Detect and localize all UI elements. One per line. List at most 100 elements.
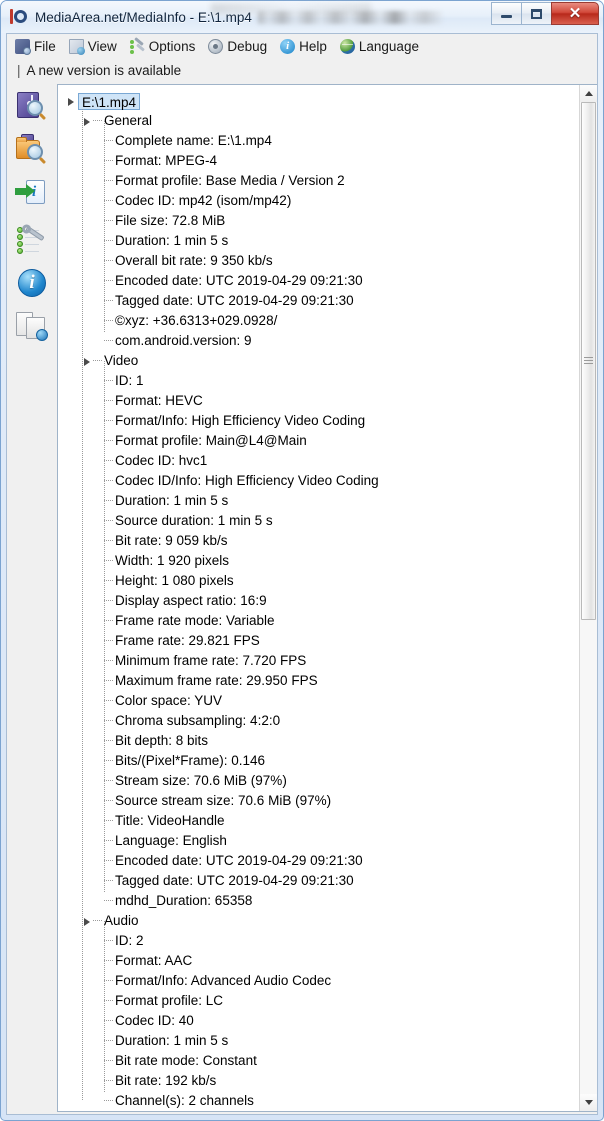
tree-item[interactable]: Display aspect ratio: 16:9 (58, 591, 579, 611)
tree-item[interactable]: Source duration: 1 min 5 s (58, 511, 579, 531)
tree-item-label: Format/Info: Advanced Audio Codec (115, 973, 332, 988)
tree-item[interactable]: Tagged date: UTC 2019-04-29 09:21:30 (58, 871, 579, 891)
menu-item-view[interactable]: View (68, 34, 124, 59)
debug-icon (208, 39, 224, 54)
tree-item[interactable]: Bit rate: 9 059 kb/s (58, 531, 579, 551)
tree-item[interactable]: Minimum frame rate: 7.720 FPS (58, 651, 579, 671)
tree-item[interactable]: com.android.version: 9 (58, 331, 579, 351)
tree-item[interactable]: Format/Info: High Efficiency Video Codin… (58, 411, 579, 431)
tree-item-label: Format: HEVC (115, 393, 203, 408)
tree-item[interactable]: Frame rate: 29.821 FPS (58, 631, 579, 651)
scroll-down-button[interactable] (580, 1094, 597, 1111)
tree-item[interactable]: Format profile: Main@L4@Main (58, 431, 579, 451)
tree-item[interactable]: Format: MPEG-4 (58, 151, 579, 171)
tree-item[interactable]: Overall bit rate: 9 350 kb/s (58, 251, 579, 271)
update-notification-bar[interactable]: | A new version is available (7, 59, 597, 82)
tree-item[interactable]: Bits/(Pixel*Frame): 0.146 (58, 751, 579, 771)
preferences-button[interactable] (12, 220, 52, 260)
tree-item-label: Channel(s): 2 channels (115, 1093, 254, 1108)
vertical-scrollbar[interactable] (579, 85, 597, 1111)
tree-item-label: Source stream size: 70.6 MiB (97%) (115, 793, 332, 808)
tree-item-label: Chroma subsampling: 4:2:0 (115, 713, 281, 728)
media-info-icon (10, 8, 28, 26)
tree-item[interactable]: mdhd_Duration: 65358 (58, 891, 579, 911)
report-button[interactable] (12, 308, 52, 348)
export-button[interactable]: i (12, 176, 52, 216)
maximize-icon (531, 8, 542, 19)
tree-item[interactable]: Duration: 1 min 5 s (58, 1031, 579, 1051)
tree-item-label: Bit rate: 9 059 kb/s (115, 533, 228, 548)
tree-item-label: Codec ID: mp42 (isom/mp42) (115, 193, 292, 208)
open-file-button[interactable] (12, 88, 52, 128)
tree-item-label: Source duration: 1 min 5 s (115, 513, 273, 528)
minimize-button[interactable] (491, 2, 522, 25)
tree-section-audio[interactable]: Audio (58, 911, 579, 931)
scrollbar-track[interactable] (580, 102, 597, 1094)
tree-item[interactable]: Height: 1 080 pixels (58, 571, 579, 591)
tree-item-label: Duration: 1 min 5 s (115, 233, 229, 248)
tree-item[interactable]: Duration: 1 min 5 s (58, 491, 579, 511)
tree-item[interactable]: Codec ID: hvc1 (58, 451, 579, 471)
tree-item-label: Stream size: 70.6 MiB (97%) (115, 773, 287, 788)
tree-item[interactable]: Codec ID: 40 (58, 1011, 579, 1031)
menu-item-debug[interactable]: Debug (208, 34, 274, 59)
menu-item-file[interactable]: File (15, 34, 63, 59)
tree-item-label: Codec ID: 40 (115, 1013, 194, 1028)
tree-item-label: Display aspect ratio: 16:9 (115, 593, 267, 608)
tree-item[interactable]: Color space: YUV (58, 691, 579, 711)
tree-item[interactable]: Chroma subsampling: 4:2:0 (58, 711, 579, 731)
maximize-button[interactable] (521, 2, 552, 25)
expander-triangle-icon[interactable] (82, 351, 93, 371)
tree-section-video[interactable]: Video (58, 351, 579, 371)
magnifier-icon (27, 144, 43, 160)
expander-triangle-icon[interactable] (82, 111, 93, 131)
open-folder-button[interactable] (12, 132, 52, 172)
close-icon: ✕ (568, 5, 582, 22)
title-bar[interactable]: MediaArea.net/MediaInfo - E:\1.mp4 ✕ (1, 1, 603, 33)
tree-item-label: Duration: 1 min 5 s (115, 493, 229, 508)
close-button[interactable]: ✕ (551, 2, 599, 25)
tree-item[interactable]: Duration: 1 min 5 s (58, 231, 579, 251)
tree-item[interactable]: Format profile: Base Media / Version 2 (58, 171, 579, 191)
tree-item[interactable]: Encoded date: UTC 2019-04-29 09:21:30 (58, 851, 579, 871)
tree-item[interactable]: ID: 1 (58, 371, 579, 391)
menu-item-language[interactable]: Language (339, 34, 426, 59)
tree-item[interactable]: Format/Info: Advanced Audio Codec (58, 971, 579, 991)
tree-item[interactable]: Title: VideoHandle (58, 811, 579, 831)
tree-item[interactable]: File size: 72.8 MiB (58, 211, 579, 231)
menu-item-options[interactable]: Options (129, 34, 203, 59)
tree-item[interactable]: Stream size: 70.6 MiB (97%) (58, 771, 579, 791)
tree-item[interactable]: Bit rate: 192 kb/s (58, 1071, 579, 1091)
tree-item[interactable]: ID: 2 (58, 931, 579, 951)
tree-item-label: Duration: 1 min 5 s (115, 1033, 229, 1048)
expander-triangle-icon[interactable] (66, 91, 77, 111)
tree-section-general[interactable]: General (58, 111, 579, 131)
tree-item[interactable]: ©xyz: +36.6313+029.0928/ (58, 311, 579, 331)
tree-item[interactable]: Codec ID/Info: High Efficiency Video Cod… (58, 471, 579, 491)
tree-item[interactable]: Frame rate mode: Variable (58, 611, 579, 631)
tree-item-label: mdhd_Duration: 65358 (115, 893, 253, 908)
tree-item[interactable]: Codec ID: mp42 (isom/mp42) (58, 191, 579, 211)
tree-item[interactable]: Format: AAC (58, 951, 579, 971)
tree-item[interactable]: Channel(s): 2 channels (58, 1091, 579, 1111)
scroll-up-button[interactable] (580, 85, 597, 102)
menu-item-help[interactable]: Help (280, 34, 334, 59)
tree-item[interactable]: Complete name: E:\1.mp4 (58, 131, 579, 151)
notification-prefix: | (17, 63, 21, 78)
tree-item[interactable]: Maximum frame rate: 29.950 FPS (58, 671, 579, 691)
tree-item[interactable]: Width: 1 920 pixels (58, 551, 579, 571)
tree-item[interactable]: Source stream size: 70.6 MiB (97%) (58, 791, 579, 811)
info-tree[interactable]: E:\1.mp4 General Complete name: E:\1.mp4 Fo… (58, 85, 579, 1111)
about-button[interactable] (12, 264, 52, 304)
tree-item[interactable]: Bit rate mode: Constant (58, 1051, 579, 1071)
expander-triangle-icon[interactable] (82, 911, 93, 931)
tree-root-node[interactable]: E:\1.mp4 (58, 91, 579, 111)
tree-section-label: General (104, 113, 153, 128)
tree-item[interactable]: Format profile: LC (58, 991, 579, 1011)
tree-item[interactable]: Bit depth: 8 bits (58, 731, 579, 751)
tree-item[interactable]: Format: HEVC (58, 391, 579, 411)
tree-item[interactable]: Language: English (58, 831, 579, 851)
tree-item[interactable]: Tagged date: UTC 2019-04-29 09:21:30 (58, 291, 579, 311)
scrollbar-thumb[interactable] (581, 102, 596, 620)
tree-item[interactable]: Encoded date: UTC 2019-04-29 09:21:30 (58, 271, 579, 291)
